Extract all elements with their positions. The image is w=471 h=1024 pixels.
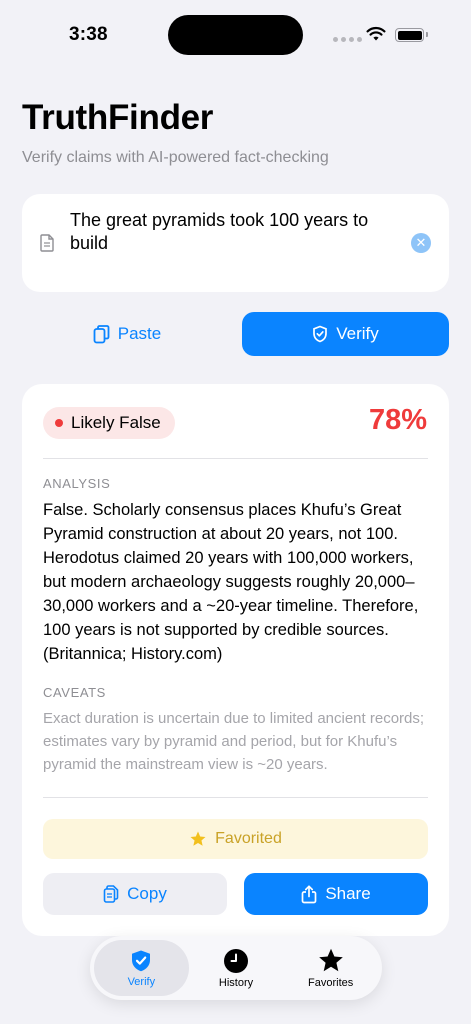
- verdict-label: Likely False: [71, 413, 161, 432]
- verdict-badge: Likely False: [43, 407, 175, 439]
- tab-history[interactable]: History: [189, 940, 284, 996]
- claim-input-card[interactable]: The great pyramids took 100 years to bui…: [22, 194, 449, 292]
- paste-label: Paste: [117, 324, 162, 343]
- tab-label: Favorites: [308, 977, 354, 989]
- tab-label: History: [218, 976, 254, 989]
- status-time: 3:38: [69, 24, 108, 45]
- tab-favorites[interactable]: Favorites: [283, 940, 378, 996]
- shield-check-icon: [313, 325, 328, 343]
- analysis-heading: ANALYSIS: [43, 476, 111, 491]
- copy-label: Copy: [127, 884, 167, 903]
- shield-check-icon: [132, 950, 151, 971]
- clipboard-icon: [93, 324, 110, 343]
- confidence-score: 78%: [368, 404, 427, 436]
- favorited-label: Favorited: [215, 830, 282, 847]
- clock-icon: [224, 948, 248, 973]
- divider: [43, 458, 428, 459]
- caveats-heading: CAVEATS: [43, 685, 106, 700]
- star-icon: [190, 831, 206, 846]
- verdict-dot-icon: [55, 419, 63, 427]
- favorite-toggle[interactable]: Favorited: [43, 819, 428, 859]
- result-card: Likely False 78% ANALYSIS False. Scholar…: [22, 384, 449, 936]
- tab-verify[interactable]: Verify: [94, 940, 189, 996]
- verify-label: Verify: [336, 324, 379, 343]
- battery-icon: [395, 28, 428, 42]
- share-button[interactable]: Share: [244, 873, 428, 915]
- caveats-text: Exact duration is uncertain due to limit…: [43, 710, 425, 773]
- claim-input[interactable]: The great pyramids took 100 years to bui…: [70, 209, 400, 255]
- clear-input-button[interactable]: ✕: [411, 233, 431, 253]
- analysis-text: False. Scholarly consensus places Khufu’…: [43, 501, 419, 663]
- cellular-signal-icon: [333, 37, 362, 42]
- copy-button[interactable]: Copy: [43, 873, 227, 915]
- close-icon: ✕: [415, 235, 427, 250]
- dynamic-island: [168, 15, 303, 55]
- verify-button[interactable]: Verify: [242, 312, 449, 356]
- document-icon: [40, 234, 54, 252]
- share-label: Share: [325, 884, 371, 903]
- app-title: TruthFinder: [22, 98, 214, 137]
- share-icon: [301, 884, 317, 903]
- tab-label: Verify: [127, 975, 156, 988]
- divider: [43, 797, 428, 798]
- status-bar: 3:38: [0, 0, 471, 70]
- paste-button[interactable]: Paste: [22, 312, 232, 356]
- wifi-icon: [366, 26, 386, 41]
- copy-icon: [103, 885, 119, 903]
- star-icon: [318, 948, 343, 972]
- app-subtitle: Verify claims with AI-powered fact-check…: [22, 149, 329, 166]
- tab-bar: Verify History Favorites: [90, 936, 382, 1000]
